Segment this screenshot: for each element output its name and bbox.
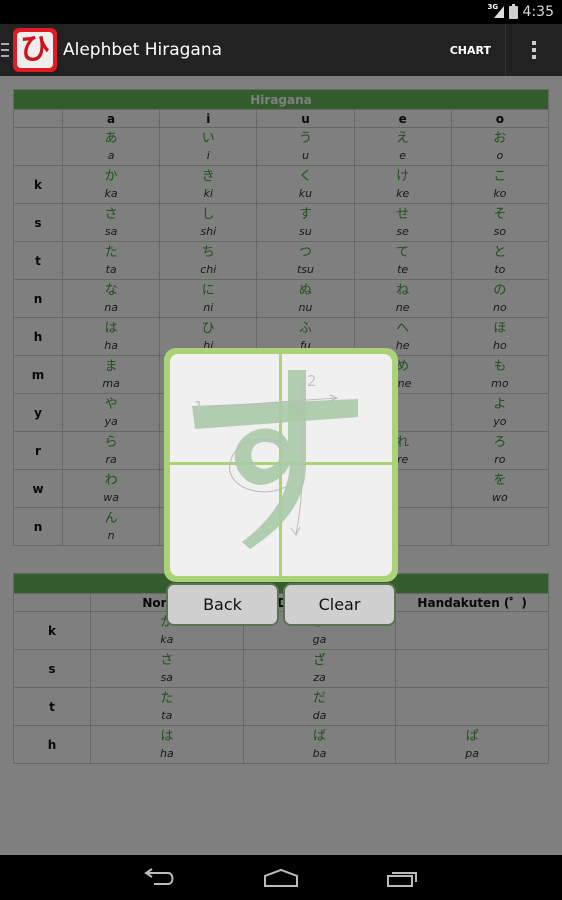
app-icon-glyph: ひ: [17, 32, 53, 68]
stroke-diagram: [192, 370, 358, 549]
back-button[interactable]: Back: [166, 583, 279, 626]
navigation-bar: [0, 855, 562, 900]
home-icon[interactable]: [260, 863, 302, 893]
stroke-number-2: 2: [307, 372, 317, 390]
clock: 4:35: [522, 4, 554, 20]
clear-button[interactable]: Clear: [283, 583, 396, 626]
action-bar: ひ Alephbet Hiragana CHART: [0, 24, 562, 76]
more-vert-icon[interactable]: [506, 24, 562, 76]
drawer-icon[interactable]: [1, 43, 9, 57]
stroke-2-shape: [234, 370, 306, 549]
app-icon[interactable]: ひ: [13, 28, 57, 72]
chart-button[interactable]: CHART: [436, 24, 506, 76]
status-bar: 3G 4:35: [0, 0, 562, 24]
stroke-1-shape: [192, 399, 358, 429]
drawing-pad[interactable]: 1 2: [170, 354, 392, 576]
stroke-order-dialog: 1 2: [164, 348, 398, 582]
recents-icon[interactable]: [382, 863, 424, 893]
screen: 3G 4:35 ひ Alephbet Hiragana CHART Hiraga…: [0, 0, 562, 900]
stroke-number-1: 1: [194, 398, 204, 416]
signal-icon: 3G: [488, 3, 504, 19]
back-icon[interactable]: [138, 863, 180, 893]
battery-icon: [508, 3, 518, 19]
app-title: Alephbet Hiragana: [63, 40, 223, 60]
